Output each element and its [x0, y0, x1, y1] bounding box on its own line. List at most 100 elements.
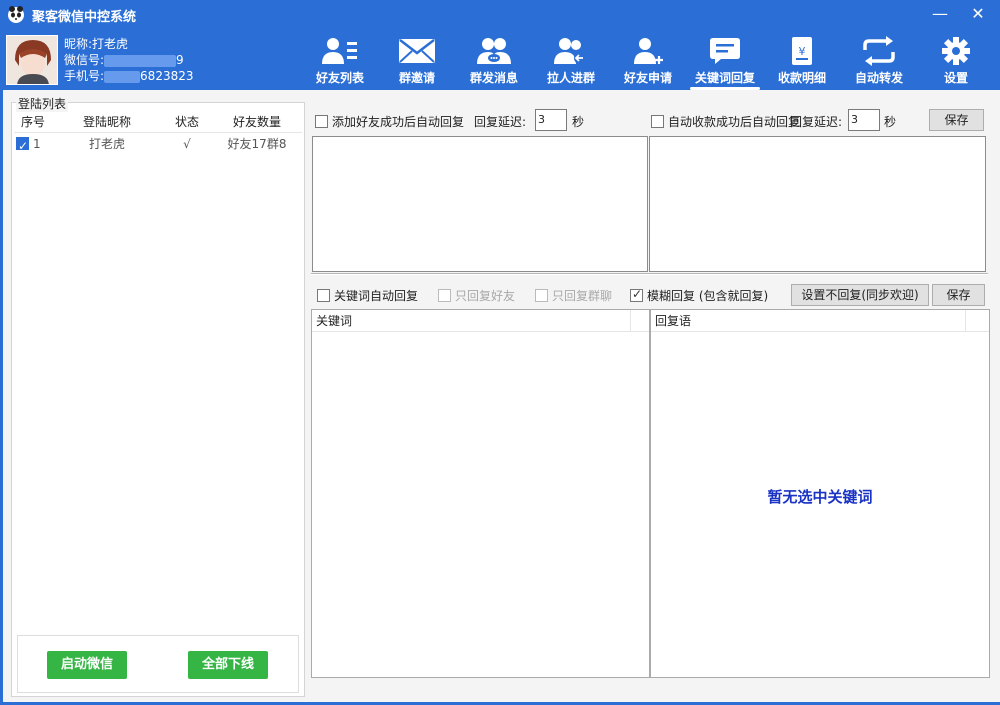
row-checkbox[interactable] — [16, 135, 29, 157]
wechat-id-redacted — [104, 54, 177, 67]
keyword-auto-reply-checkbox[interactable] — [317, 289, 330, 302]
row-index: 1 — [33, 137, 41, 151]
toolbar-label: 群发消息 — [469, 71, 518, 85]
toolbar-label: 关键词回复 — [694, 71, 755, 85]
reply-list[interactable]: 回复语 暂无选中关键词 — [650, 309, 990, 678]
main-toolbar: 昵称:打老虎 微信号: 9 手机号: 6823823 好友列表 群邀请 群发消息 拉… — [0, 28, 1000, 90]
friend-delay-seconds: 秒 — [572, 115, 585, 129]
avatar[interactable] — [6, 35, 58, 85]
toolbar-label: 好友列表 — [315, 71, 364, 85]
payment-auto-reply-label: 自动收款成功后自动回复 — [668, 115, 801, 129]
toolbar-friend-request[interactable]: 好友申请 — [608, 36, 688, 90]
login-list-panel: 登陆列表 序号 登陆昵称 状态 好友数量 1 打老虎 √ 好友17群8 启动微信… — [11, 95, 305, 697]
friend-auto-reply-checkbox[interactable] — [315, 115, 328, 128]
col-nickname: 登陆昵称 — [82, 115, 131, 129]
row-status: √ — [183, 137, 191, 151]
wechat-id-label: 微信号: — [64, 53, 105, 67]
group-invite-icon — [399, 39, 435, 63]
payment-delay-input[interactable]: 3 — [848, 109, 880, 131]
friend-auto-reply-label: 添加好友成功后自动回复 — [332, 115, 465, 129]
keyword-auto-reply-label: 关键词自动回复 — [334, 289, 419, 303]
fuzzy-reply-label: 模糊回复 (包含就回复) — [647, 289, 769, 303]
toolbar-label: 收款明细 — [777, 71, 826, 85]
col-status: 状态 — [174, 115, 199, 129]
payment-details-icon: ¥ — [792, 37, 812, 65]
col-keyword: 关键词 — [316, 314, 353, 328]
keyword-reply-icon — [710, 38, 740, 64]
friend-auto-reply-option[interactable]: 添加好友成功后自动回复 — [315, 113, 464, 130]
group-message-icon — [477, 38, 511, 64]
toolbar-group-invite[interactable]: 群邀请 — [377, 36, 457, 90]
toolbar-payment-details[interactable]: ¥ 收款明细 — [762, 36, 842, 90]
nickname-value: 打老虎 — [92, 37, 129, 51]
save-auto-reply-button[interactable]: 保存 — [929, 109, 984, 131]
payment-auto-reply-checkbox[interactable] — [651, 115, 664, 128]
minimize-button[interactable]: — — [926, 2, 954, 26]
col-reply: 回复语 — [655, 314, 692, 328]
only-groups-checkbox[interactable] — [535, 289, 548, 302]
empty-state-message: 暂无选中关键词 — [767, 488, 873, 506]
payment-delay-seconds: 秒 — [884, 115, 897, 129]
toolbar-label: 自动转发 — [854, 71, 903, 85]
payment-reply-textarea[interactable] — [649, 136, 986, 272]
toolbar-pull-into-group[interactable]: 拉人进群 — [531, 36, 611, 90]
svg-text:¥: ¥ — [799, 45, 806, 58]
section-divider — [311, 273, 988, 275]
friend-reply-textarea[interactable] — [312, 136, 648, 272]
column-divider — [965, 310, 966, 332]
toolbar-label: 拉人进群 — [546, 71, 595, 85]
friends-list-icon — [322, 38, 357, 64]
toolbar-settings[interactable]: 设置 — [916, 36, 996, 90]
toolbar-group-message[interactable]: 群发消息 — [454, 36, 534, 90]
keyword-list[interactable]: 关键词 — [311, 309, 650, 678]
close-button[interactable]: ✕ — [964, 2, 992, 26]
only-friends-label: 只回复好友 — [455, 289, 516, 303]
row-index-cell: 1 — [14, 133, 52, 157]
window-title: 聚客微信中控系统 — [32, 10, 137, 25]
content-area: 登陆列表 序号 登陆昵称 状态 好友数量 1 打老虎 √ 好友17群8 启动微信… — [3, 90, 1000, 702]
phone-label: 手机号: — [64, 69, 105, 83]
phone-redacted — [104, 70, 141, 83]
fuzzy-reply-checkbox[interactable] — [630, 287, 643, 302]
pull-into-group-icon — [554, 38, 586, 64]
only-friends-option[interactable]: 只回复好友 — [438, 287, 515, 304]
keyword-reply-panel: 添加好友成功后自动回复 回复延迟: 3 秒 自动收款成功后自动回复 回复延迟: … — [308, 90, 1000, 702]
fuzzy-reply-option[interactable]: 模糊回复 (包含就回复) — [630, 287, 768, 304]
col-index: 序号 — [20, 115, 45, 129]
payment-auto-reply-option[interactable]: 自动收款成功后自动回复 — [651, 113, 800, 130]
keyword-auto-reply-option[interactable]: 关键词自动回复 — [317, 287, 418, 304]
toolbar-keyword-reply[interactable]: 关键词回复 — [685, 36, 765, 90]
only-groups-label: 只回复群聊 — [552, 289, 613, 303]
reply-list-header: 回复语 — [651, 310, 989, 332]
friend-delay-label: 回复延迟: — [474, 115, 527, 129]
no-reply-settings-button[interactable]: 设置不回复(同步欢迎) — [791, 284, 929, 306]
toolbar-label: 好友申请 — [623, 71, 672, 85]
profile-info: 昵称:打老虎 微信号: 9 手机号: 6823823 — [64, 36, 194, 84]
auto-forward-icon — [863, 36, 895, 66]
only-groups-option[interactable]: 只回复群聊 — [535, 287, 612, 304]
keyword-list-header: 关键词 — [312, 310, 649, 332]
column-divider — [630, 310, 631, 332]
friend-delay-input[interactable]: 3 — [535, 109, 567, 131]
title-bar: 聚客微信中控系统 — ✕ — [0, 0, 1000, 28]
phone-tail: 6823823 — [140, 69, 194, 83]
nickname-label: 昵称: — [64, 37, 93, 51]
toolbar-friends-list[interactable]: 好友列表 — [300, 36, 380, 90]
login-list-legend: 登陆列表 — [16, 95, 69, 112]
toolbar-label: 群邀请 — [398, 71, 435, 85]
table-row[interactable]: 1 打老虎 √ 好友17群8 — [14, 133, 302, 157]
wechat-id-tail: 9 — [176, 53, 184, 67]
login-table-header: 序号 登陆昵称 状态 好友数量 — [14, 111, 302, 133]
col-friend-count: 好友数量 — [232, 115, 281, 129]
toolbar-auto-forward[interactable]: 自动转发 — [839, 36, 919, 90]
all-offline-button[interactable]: 全部下线 — [188, 651, 268, 679]
row-nickname: 打老虎 — [88, 137, 125, 151]
toolbar-label: 设置 — [943, 71, 968, 85]
save-keyword-button[interactable]: 保存 — [932, 284, 985, 306]
start-wechat-button[interactable]: 启动微信 — [47, 651, 127, 679]
friend-request-icon — [634, 38, 663, 64]
login-table: 序号 登陆昵称 状态 好友数量 1 打老虎 √ 好友17群8 — [14, 111, 302, 157]
settings-icon — [942, 37, 970, 65]
login-actions: 启动微信 全部下线 — [17, 635, 299, 693]
only-friends-checkbox[interactable] — [438, 289, 451, 302]
